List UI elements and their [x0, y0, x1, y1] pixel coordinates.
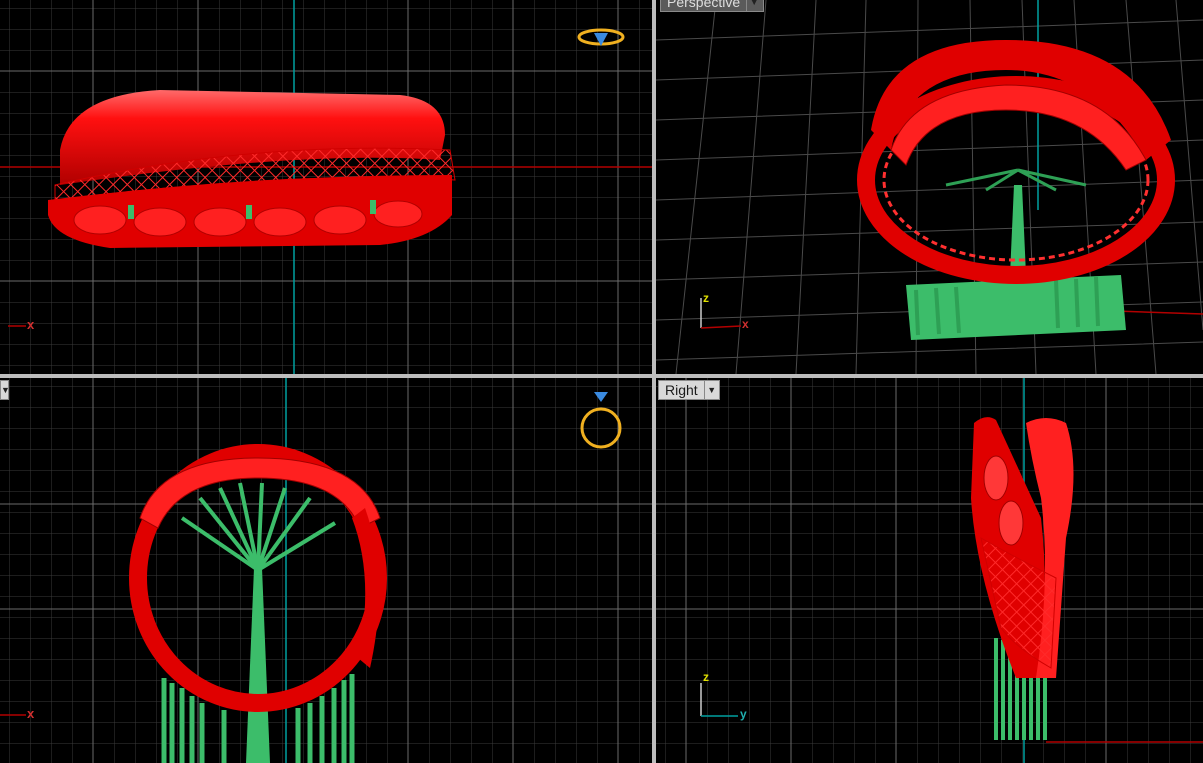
viewport-perspective[interactable]: z x [656, 0, 1203, 374]
axis-x-label: x [27, 317, 35, 332]
axis-x-label: x [742, 317, 749, 331]
viewport-tab-right[interactable]: Right ▼ [658, 380, 720, 400]
axis-z-label: z [703, 291, 709, 305]
viewport-menu-chevron-icon[interactable]: ▼ [746, 0, 761, 11]
axis-z-label: z [703, 670, 709, 684]
viewport-tab-front[interactable]: ▼ [0, 380, 10, 400]
viewport-front[interactable]: x [0, 378, 652, 763]
viewport-menu-chevron-icon[interactable]: ▼ [703, 381, 719, 399]
viewport-tab-perspective[interactable]: Perspective ▼ [660, 0, 764, 12]
viewport-menu-chevron-icon[interactable]: ▼ [1, 381, 10, 399]
viewport-top-scene [0, 0, 652, 374]
axis-x-label: x [27, 706, 35, 721]
ring-preview-icon-front[interactable] [577, 390, 627, 450]
viewport-right-scene [656, 378, 1203, 763]
viewport-perspective-scene [656, 0, 1203, 374]
viewport-right[interactable]: z y [656, 378, 1203, 763]
axis-y-label: y [740, 707, 747, 721]
ring-preview-icon-top[interactable] [576, 24, 628, 52]
viewport-front-scene [0, 378, 652, 763]
viewport-name: Right [665, 382, 698, 398]
viewport-name: Perspective [667, 0, 741, 10]
viewport-top[interactable]: x [0, 0, 652, 374]
